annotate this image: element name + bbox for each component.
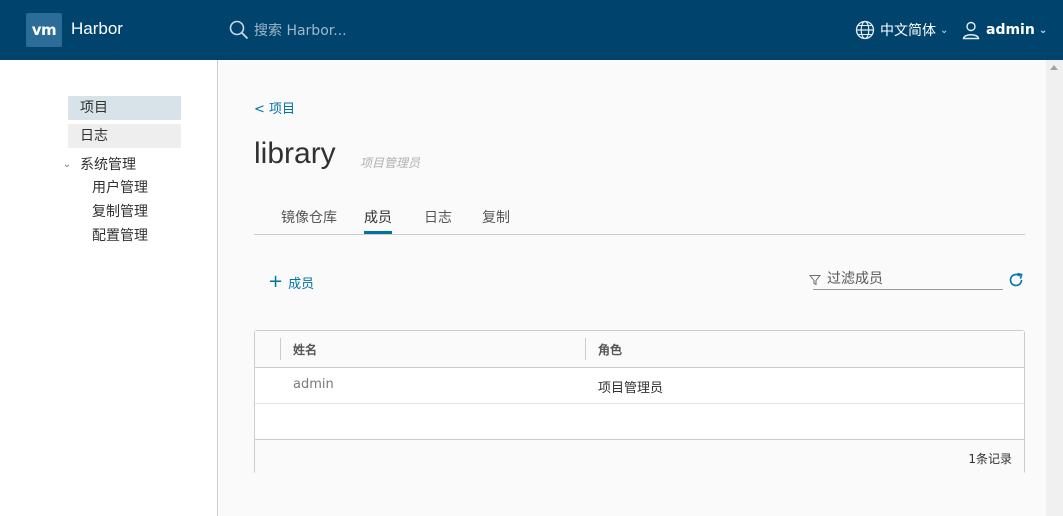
language-label: 中文简体 — [880, 23, 936, 39]
vertical-scrollbar[interactable] — [1046, 60, 1063, 516]
add-member-button[interactable]: + 成员 — [268, 272, 314, 292]
table-row[interactable]: admin 项目管理员 — [255, 367, 1024, 404]
tab-bar: 镜像仓库 成员 日志 复制 — [254, 200, 1025, 235]
sidebar-item-label: 复制管理 — [92, 204, 148, 220]
sidebar: 项目 日志 ⌄ 系统管理 用户管理 复制管理 配置管理 — [0, 60, 218, 516]
plus-icon: + — [268, 271, 284, 292]
tab-repositories[interactable]: 镜像仓库 — [281, 207, 337, 234]
table-row-empty — [255, 403, 1024, 439]
sidebar-item-label: 项目 — [80, 100, 108, 116]
scroll-up-arrow-icon[interactable] — [1050, 65, 1058, 70]
username: admin — [986, 22, 1035, 38]
chevron-down-icon: ⌄ — [1038, 24, 1048, 36]
sidebar-item-logs[interactable]: 日志 — [68, 124, 181, 148]
table-header: 姓名 角色 — [255, 331, 1024, 368]
column-separator — [280, 338, 281, 360]
sidebar-item-replication-management[interactable]: 复制管理 — [92, 201, 148, 223]
search-icon — [229, 20, 249, 40]
chevron-down-icon: ⌄ — [940, 24, 949, 36]
refresh-icon[interactable] — [1007, 271, 1025, 289]
filter-members-input[interactable] — [813, 268, 1003, 290]
add-member-label: 成员 — [288, 276, 315, 292]
table-footer: 1条记录 — [255, 439, 1024, 474]
column-header-role[interactable]: 角色 — [598, 341, 622, 358]
cell-role: 项目管理员 — [598, 381, 664, 396]
record-count: 1条记录 — [968, 452, 1012, 466]
sidebar-item-user-management[interactable]: 用户管理 — [92, 177, 148, 199]
vmware-logo[interactable]: vm — [26, 13, 62, 47]
sidebar-item-label: 日志 — [80, 128, 108, 144]
role-tag: 项目管理员 — [360, 156, 421, 170]
tab-logs[interactable]: 日志 — [424, 207, 452, 234]
tab-members[interactable]: 成员 — [364, 207, 392, 234]
sidebar-group-admin[interactable]: ⌄ 系统管理 — [60, 152, 136, 176]
language-selector[interactable]: 中文简体 ⌄ — [855, 18, 948, 42]
top-nav: vm Harbor 中文简体 ⌄ admin ⌄ — [0, 0, 1063, 60]
page-title: library — [254, 137, 336, 170]
brand-name[interactable]: Harbor — [71, 19, 123, 39]
cell-name: admin — [293, 377, 334, 392]
sidebar-item-projects[interactable]: 项目 — [68, 96, 181, 120]
globe-icon — [855, 20, 875, 40]
user-icon — [962, 21, 980, 40]
column-separator — [585, 338, 586, 360]
sidebar-item-label: 配置管理 — [92, 228, 148, 244]
sidebar-item-configuration[interactable]: 配置管理 — [92, 225, 148, 247]
tab-replication[interactable]: 复制 — [482, 207, 510, 234]
search-input[interactable] — [254, 20, 474, 42]
chevron-down-icon: ⌄ — [62, 158, 72, 170]
members-table: 姓名 角色 admin 项目管理员 1条记录 — [254, 330, 1025, 474]
user-menu[interactable]: admin ⌄ — [961, 18, 1047, 42]
breadcrumb-back-link[interactable]: < 项目 — [254, 98, 295, 117]
sidebar-item-label: 用户管理 — [92, 180, 148, 196]
column-header-name[interactable]: 姓名 — [293, 341, 317, 358]
sidebar-group-label: 系统管理 — [80, 157, 136, 173]
